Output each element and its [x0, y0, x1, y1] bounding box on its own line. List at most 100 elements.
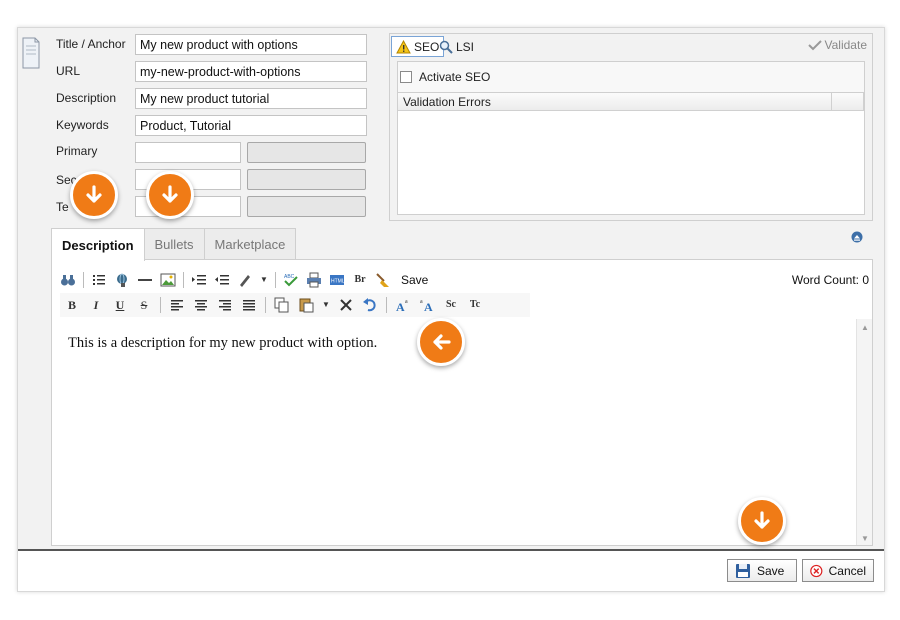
- link-icon[interactable]: [114, 272, 130, 288]
- validate-label: Validate: [824, 38, 867, 52]
- justify-icon[interactable]: [241, 297, 257, 313]
- strikethrough-button[interactable]: S: [136, 297, 152, 313]
- primary-input[interactable]: [135, 142, 241, 163]
- save-button[interactable]: Save: [727, 559, 797, 582]
- lsi-tab[interactable]: LSI: [439, 36, 474, 57]
- toolbar-save-button[interactable]: Save: [401, 273, 428, 287]
- align-center-icon[interactable]: [193, 297, 209, 313]
- tertiary-select-button[interactable]: [247, 196, 366, 217]
- keywords-input[interactable]: [135, 115, 367, 136]
- primary-select-button[interactable]: [247, 142, 366, 163]
- underline-button[interactable]: U: [112, 297, 128, 313]
- paste-icon[interactable]: [298, 297, 314, 313]
- image-icon[interactable]: [160, 272, 176, 288]
- dialog-footer: Save Cancel: [18, 549, 884, 591]
- indent-icon[interactable]: [191, 272, 207, 288]
- arrow-left-icon: [433, 334, 451, 350]
- font-larger-icon[interactable]: Aa: [395, 297, 411, 313]
- svg-text:HTML: HTML: [331, 279, 345, 285]
- chevron-down-icon[interactable]: ▼: [260, 272, 268, 288]
- scroll-down-icon[interactable]: ▼: [861, 534, 869, 543]
- arrow-down-icon: [162, 185, 178, 203]
- url-input[interactable]: [135, 61, 367, 82]
- rule-icon[interactable]: [137, 272, 153, 288]
- list-icon[interactable]: [91, 272, 107, 288]
- pen-icon[interactable]: [237, 272, 253, 288]
- document-icon: [22, 37, 40, 69]
- keywords-label: Keywords: [56, 118, 109, 132]
- toolbar-separator: [275, 272, 276, 288]
- toolbar-separator: [183, 272, 184, 288]
- toolbar-separator: [83, 272, 84, 288]
- editor-toolbar-primary: ▼ ABC HTML Br Save: [60, 269, 428, 291]
- cut-icon[interactable]: [338, 297, 354, 313]
- validation-errors-column: Validation Errors: [398, 93, 832, 110]
- validation-errors-grid: Validation Errors: [398, 92, 864, 214]
- callout-arrow-down: [70, 171, 118, 219]
- url-label: URL: [56, 64, 81, 78]
- description-input[interactable]: [135, 88, 367, 109]
- svg-text:a: a: [420, 299, 423, 305]
- align-right-icon[interactable]: [217, 297, 233, 313]
- binoculars-icon[interactable]: [60, 272, 76, 288]
- cancel-button-label: Cancel: [828, 563, 866, 578]
- tab-marketplace[interactable]: Marketplace: [203, 228, 297, 260]
- arrow-down-icon: [86, 185, 102, 203]
- svg-text:A: A: [396, 300, 405, 313]
- undo-icon[interactable]: [362, 297, 378, 313]
- check-icon: [807, 40, 822, 51]
- seo-tab[interactable]: SEO: [391, 36, 445, 57]
- callout-arrow-down: [738, 497, 786, 545]
- chevron-down-icon[interactable]: ▼: [322, 297, 330, 313]
- editor-content[interactable]: This is a description for my new product…: [68, 335, 377, 352]
- align-left-icon[interactable]: [169, 297, 185, 313]
- lsi-tab-label: LSI: [456, 39, 475, 54]
- toolbar-separator: [265, 297, 266, 313]
- spellcheck-icon[interactable]: ABC: [283, 272, 299, 288]
- br-button[interactable]: Br: [352, 272, 368, 288]
- save-button-label: Save: [757, 563, 785, 578]
- seo-panel: SEO LSI Validate Activate SEO Validation…: [389, 33, 873, 221]
- content-tabs: Description Bullets Marketplace: [51, 228, 297, 261]
- sentence-case-button[interactable]: Sc: [443, 297, 459, 313]
- broom-icon[interactable]: [375, 272, 391, 288]
- outdent-icon[interactable]: [214, 272, 230, 288]
- tertiary-label: Te: [56, 200, 69, 214]
- validation-errors-column-extra: [832, 93, 864, 110]
- floppy-icon: [736, 563, 750, 578]
- seo-tab-label: SEO: [414, 39, 440, 54]
- copy-icon[interactable]: [274, 297, 290, 313]
- toolbar-separator: [160, 297, 161, 313]
- arrow-down-icon: [754, 511, 770, 529]
- editor-scrollbar[interactable]: ▲ ▼: [856, 319, 872, 545]
- tab-bullets[interactable]: Bullets: [143, 228, 205, 260]
- svg-text:ABC: ABC: [284, 274, 295, 280]
- font-smaller-icon[interactable]: aA: [419, 297, 435, 313]
- magnifier-icon: [439, 40, 453, 54]
- word-count: Word Count: 0: [791, 273, 869, 287]
- print-icon[interactable]: [306, 272, 322, 288]
- title-anchor-label: Title / Anchor: [56, 37, 126, 51]
- html-icon[interactable]: HTML: [329, 272, 345, 288]
- primary-label: Primary: [56, 144, 98, 158]
- validation-errors-header: Validation Errors: [398, 93, 864, 111]
- warning-icon: [396, 39, 411, 53]
- validate-button[interactable]: Validate: [807, 38, 867, 52]
- seo-settings-box: Activate SEO Validation Errors: [397, 61, 865, 215]
- secondary-select-button[interactable]: [247, 169, 366, 190]
- collapse-icon[interactable]: [851, 231, 863, 243]
- italic-button[interactable]: I: [88, 297, 104, 313]
- callout-arrow-left: [417, 318, 465, 366]
- svg-text:a: a: [405, 299, 408, 305]
- product-editor-dialog: Title / Anchor URL Description Keywords …: [17, 27, 885, 592]
- activate-seo-checkbox[interactable]: [400, 71, 412, 83]
- bold-button[interactable]: B: [64, 297, 80, 313]
- toolbar-separator: [386, 297, 387, 313]
- title-case-button[interactable]: Tc: [467, 297, 483, 313]
- title-anchor-input[interactable]: [135, 34, 367, 55]
- cancel-button[interactable]: Cancel: [802, 559, 874, 582]
- svg-text:A: A: [424, 300, 433, 313]
- tab-description[interactable]: Description: [51, 228, 145, 261]
- activate-seo-row: Activate SEO: [400, 70, 490, 84]
- scroll-up-icon[interactable]: ▲: [861, 323, 869, 332]
